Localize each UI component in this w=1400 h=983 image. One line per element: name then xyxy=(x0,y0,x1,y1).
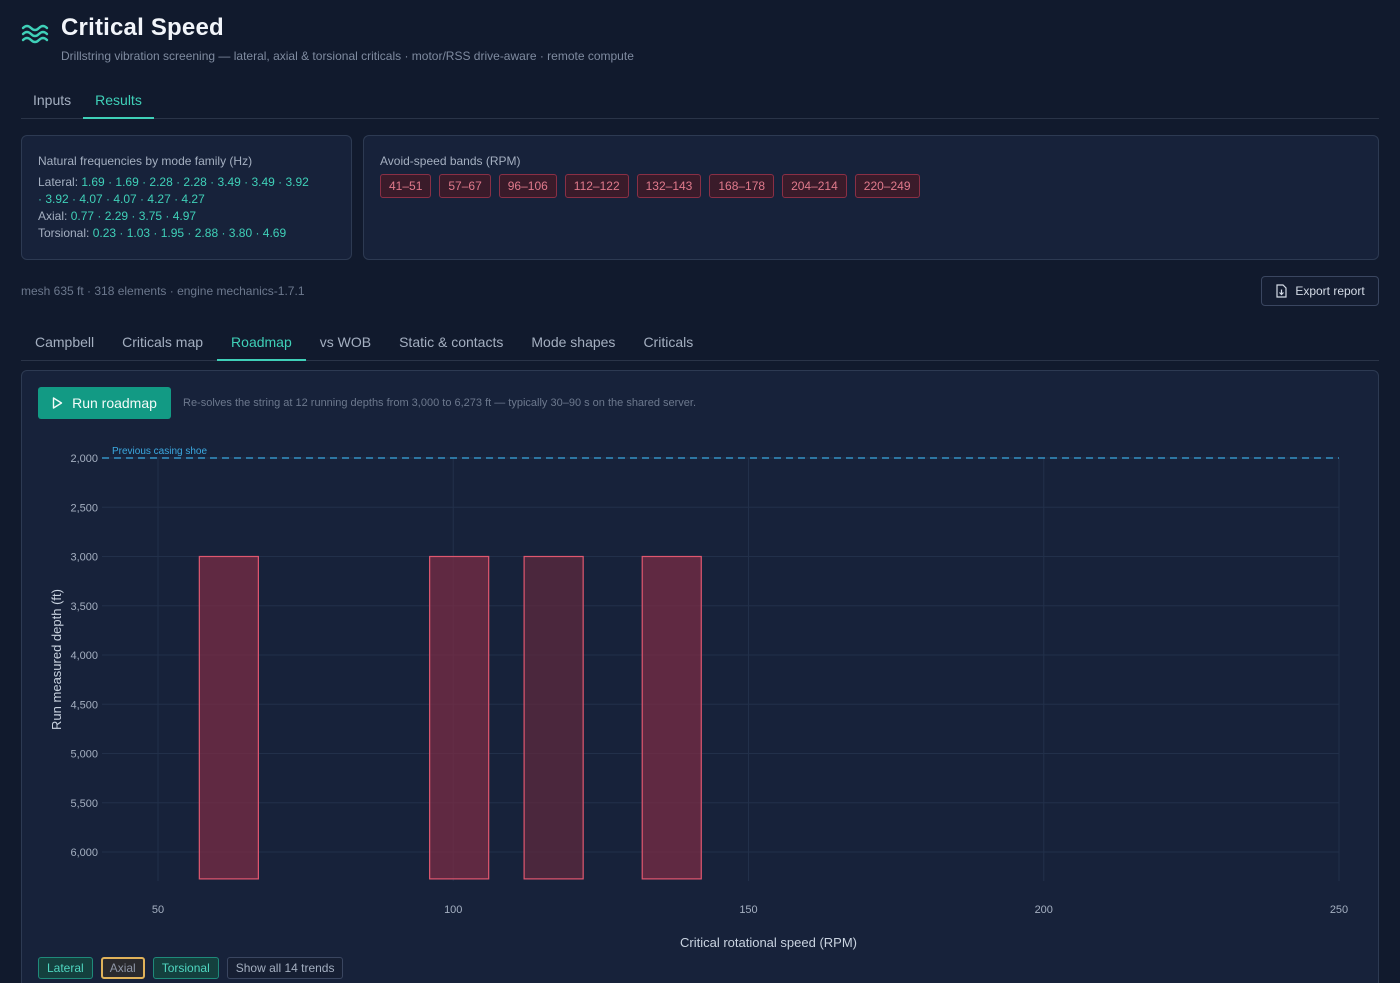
avoid-band-badge: 96–106 xyxy=(498,174,557,198)
critical-band xyxy=(641,555,702,880)
export-report-label: Export report xyxy=(1295,284,1365,298)
avoid-band-badge: 112–122 xyxy=(564,174,629,198)
y-tick-label: 2,500 xyxy=(70,502,98,514)
x-tick-label: 50 xyxy=(152,904,164,916)
axial-values: 0.77 · 2.29 · 3.75 · 4.97 xyxy=(70,209,197,223)
tab-roadmap[interactable]: Roadmap xyxy=(217,330,306,361)
tab-vs-wob[interactable]: vs WOB xyxy=(306,330,385,360)
lateral-label: Lateral: xyxy=(38,175,79,189)
casing-shoe-label: Previous casing shoe xyxy=(112,446,207,457)
page-subtitle: Drillstring vibration screening — latera… xyxy=(61,49,634,63)
result-tabs: Campbell Criticals map Roadmap vs WOB St… xyxy=(21,330,1379,361)
critical-band xyxy=(198,555,259,880)
app-header: Critical Speed Drillstring vibration scr… xyxy=(21,14,634,63)
y-tick-label: 6,000 xyxy=(70,847,98,859)
avoid-band-badge: 41–51 xyxy=(380,174,432,198)
tab-criticals-map[interactable]: Criticals map xyxy=(108,330,217,360)
avoid-band-badge: 220–249 xyxy=(854,174,920,198)
tab-results[interactable]: Results xyxy=(83,88,154,119)
avoid-band-badge: 132–143 xyxy=(636,174,702,198)
show-all-trends-button[interactable]: Show all 14 trends xyxy=(226,957,344,979)
torsional-frequencies: Torsional: 0.23 · 1.03 · 1.95 · 2.88 · 3… xyxy=(38,225,335,242)
x-tick-label: 250 xyxy=(1330,904,1348,916)
frequencies-card: Natural frequencies by mode family (Hz) … xyxy=(21,135,352,260)
y-tick-label: 3,500 xyxy=(70,601,98,613)
trend-filters: Lateral Axial Torsional Show all 14 tren… xyxy=(38,957,344,979)
torsional-values: 0.23 · 1.03 · 1.95 · 2.88 · 3.80 · 4.69 xyxy=(92,226,287,240)
y-tick-label: 5,500 xyxy=(70,798,98,810)
lateral-frequencies-cont: · 3.92 · 4.07 · 4.07 · 4.27 · 4.27 xyxy=(38,191,335,208)
filter-chip-axial[interactable]: Axial xyxy=(100,957,145,979)
filter-chip-lateral[interactable]: Lateral xyxy=(38,957,93,979)
top-tabs: Inputs Results xyxy=(21,88,1379,119)
critical-band xyxy=(523,555,584,880)
roadmap-chart: Previous casing shoe 2,000 2,500 3,000 3,500… xyxy=(49,446,1348,950)
tab-inputs[interactable]: Inputs xyxy=(21,88,83,118)
axial-frequencies: Axial: 0.77 · 2.29 · 3.75 · 4.97 xyxy=(38,208,335,225)
page-title: Critical Speed xyxy=(61,14,224,41)
filter-chip-torsional[interactable]: Torsional xyxy=(152,957,219,979)
frequencies-title: Natural frequencies by mode family (Hz) xyxy=(38,154,253,168)
critical-band xyxy=(429,555,490,880)
tab-static-contacts[interactable]: Static & contacts xyxy=(385,330,517,360)
tab-campbell[interactable]: Campbell xyxy=(21,330,108,360)
avoid-bands-card: Avoid-speed bands (RPM) 41–51 57–67 96–1… xyxy=(363,135,1379,260)
x-axis-label: Critical rotational speed (RPM) xyxy=(680,935,857,950)
y-tick-label: 3,000 xyxy=(70,552,98,564)
y-tick-label: 4,500 xyxy=(70,699,98,711)
file-export-icon xyxy=(1276,284,1287,298)
avoid-band-badge: 57–67 xyxy=(439,174,491,198)
tab-mode-shapes[interactable]: Mode shapes xyxy=(517,330,629,360)
y-tick-label: 5,000 xyxy=(70,749,98,761)
axial-label: Axial: xyxy=(38,209,68,223)
mesh-meta: mesh 635 ft · 318 elements · engine mech… xyxy=(21,284,305,298)
avoid-band-badge: 204–214 xyxy=(782,174,847,198)
avoid-bands-title: Avoid-speed bands (RPM) xyxy=(380,154,521,168)
x-tick-label: 200 xyxy=(1035,904,1053,916)
avoid-bands-list: 41–51 57–67 96–106 112–122 132–143 168–1… xyxy=(380,174,1362,198)
y-tick-label: 4,000 xyxy=(70,650,98,662)
x-tick-label: 100 xyxy=(444,904,462,916)
avoid-band-badge: 168–178 xyxy=(709,174,775,198)
roadmap-panel: Run roadmap Re-solves the string at 12 r… xyxy=(21,370,1379,983)
y-tick-label: 2,000 xyxy=(70,453,98,465)
x-tick-label: 150 xyxy=(739,904,757,916)
lateral-values-cont: · 3.92 · 4.07 · 4.07 · 4.27 · 4.27 xyxy=(38,192,205,206)
export-report-button[interactable]: Export report xyxy=(1261,276,1379,306)
y-axis-label: Run measured depth (ft) xyxy=(49,589,64,730)
torsional-label: Torsional: xyxy=(38,226,90,240)
waves-icon xyxy=(21,24,49,44)
tab-criticals[interactable]: Criticals xyxy=(629,330,707,360)
lateral-frequencies: Lateral: 1.69 · 1.69 · 2.28 · 2.28 · 3.4… xyxy=(38,174,335,191)
lateral-values: 1.69 · 1.69 · 2.28 · 2.28 · 3.49 · 3.49 … xyxy=(81,175,309,189)
